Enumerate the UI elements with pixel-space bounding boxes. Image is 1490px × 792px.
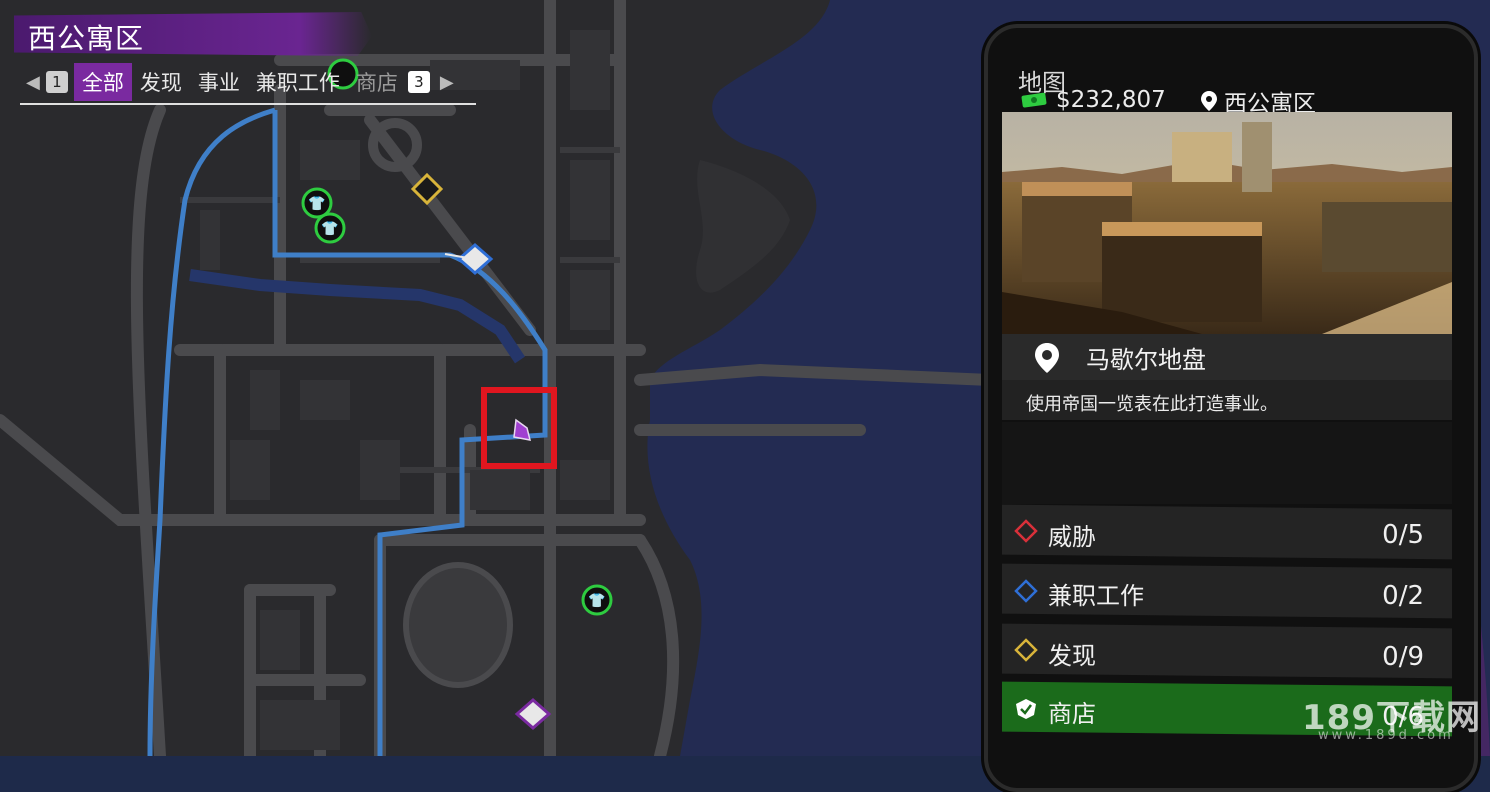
shop-marker[interactable]: 👕 <box>581 584 613 616</box>
chevron-right-icon[interactable]: ▶ <box>440 72 454 93</box>
shop-marker[interactable]: 👕 <box>301 187 333 219</box>
chevron-left-icon[interactable]: ◀ <box>26 72 40 93</box>
filter-tab-side-hustles[interactable]: 兼职工作 <box>248 63 348 101</box>
money-display: $232,807 <box>1020 87 1166 113</box>
shop-marker[interactable]: 👕 <box>314 212 346 244</box>
cash-icon <box>1021 92 1047 108</box>
red-diamond-icon <box>1014 519 1038 543</box>
district-name: 西公寓区 <box>28 22 145 55</box>
info-spacer <box>1002 422 1452 504</box>
watermark-url: www.189d.com <box>1318 728 1454 743</box>
location-photo <box>1002 112 1452 334</box>
filter-bar: ◀ 1 全部 发现 事业 兼职工作 商店 3 ▶ <box>22 63 458 101</box>
place-name: 马歇尔地盘 <box>1086 346 1206 374</box>
svg-text:👕: 👕 <box>308 196 325 212</box>
filter-tab-shops[interactable]: 商店 <box>348 63 406 101</box>
place-row <box>1002 334 1452 380</box>
next-filter-key[interactable]: 3 <box>407 71 430 93</box>
filter-tab-ventures[interactable]: 事业 <box>190 63 248 101</box>
stat-label-shops: 商店 <box>1048 700 1096 728</box>
stat-label-discoveries: 发现 <box>1048 642 1096 670</box>
place-description: 使用帝国一览表在此打造事业。 <box>1026 394 1278 415</box>
prev-filter-key[interactable]: 1 <box>45 71 68 93</box>
blue-diamond-icon <box>1014 579 1038 603</box>
location-pin-icon <box>1201 91 1217 111</box>
stat-count-threats: 0/5 <box>1382 520 1424 550</box>
stat-count-side-hustles: 0/2 <box>1382 581 1424 611</box>
yellow-diamond-icon <box>1014 638 1038 662</box>
stat-label-threats: 威胁 <box>1048 523 1096 551</box>
location-pin-icon <box>1035 343 1059 373</box>
money-amount: $232,807 <box>1056 87 1166 113</box>
svg-text:👕: 👕 <box>588 593 605 609</box>
stadium <box>403 562 513 688</box>
filter-tab-discovery[interactable]: 发现 <box>132 63 190 101</box>
svg-text:👕: 👕 <box>321 221 338 237</box>
filter-underline <box>20 103 476 105</box>
filter-tab-all[interactable]: 全部 <box>73 63 132 101</box>
stat-label-side-hustles: 兼职工作 <box>1048 582 1144 610</box>
check-badge-icon <box>1016 699 1036 719</box>
stat-count-discoveries: 0/9 <box>1382 642 1424 672</box>
